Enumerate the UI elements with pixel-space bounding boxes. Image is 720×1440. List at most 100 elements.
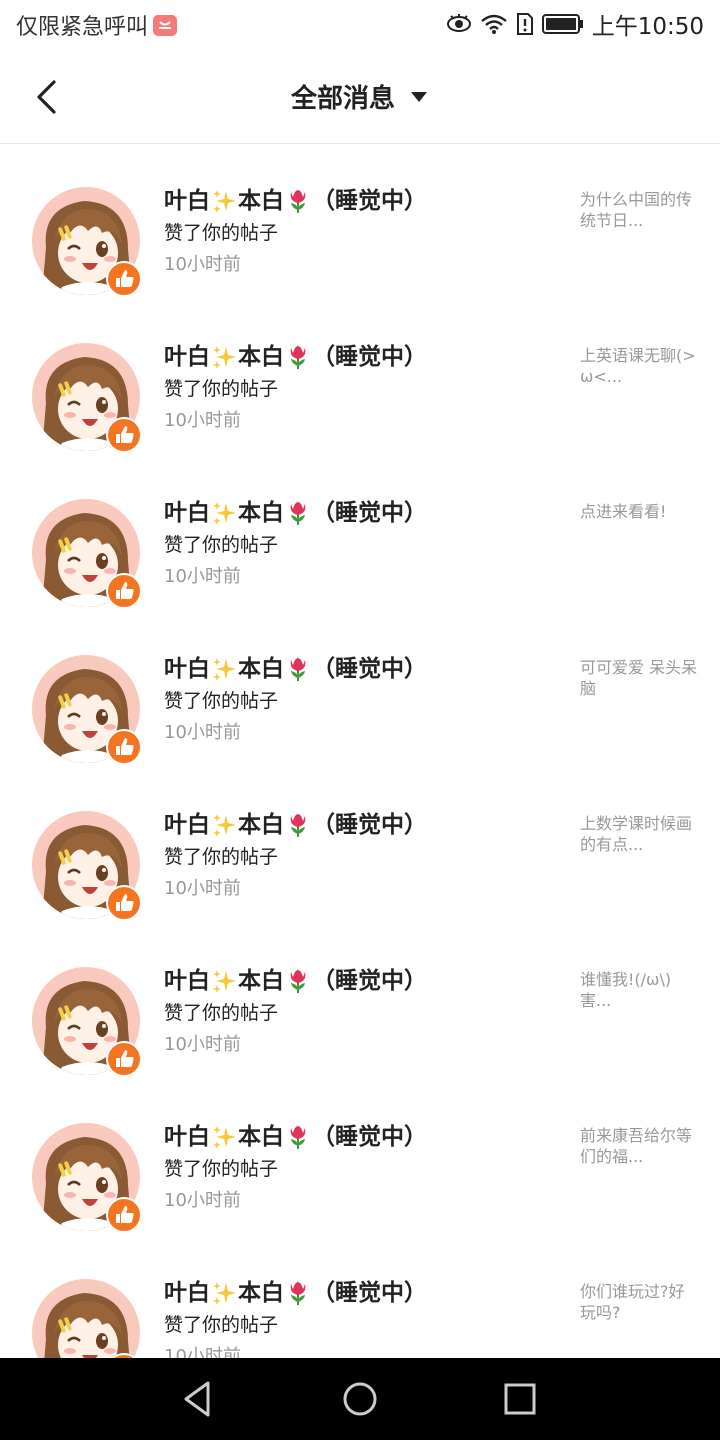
avatar-container[interactable] (32, 499, 142, 609)
sparkles-icon (213, 1126, 236, 1149)
user-name[interactable]: 叶白 本白 （睡觉中） (164, 342, 564, 372)
user-name-part1: 叶白 (164, 188, 210, 214)
avatar-container[interactable] (32, 1279, 140, 1358)
user-name-part1: 叶白 (164, 1124, 210, 1150)
user-name-part2: 本白 (238, 968, 284, 994)
user-name-part1: 叶白 (164, 1280, 210, 1306)
thumbs-up-icon (106, 1041, 142, 1077)
user-name-part1: 叶白 (164, 968, 210, 994)
tulip-icon (290, 502, 306, 525)
user-name[interactable]: 叶白 本白 （睡觉中） (164, 1278, 564, 1308)
clock-text: 上午10:50 (591, 14, 704, 40)
timestamp: 10小时前 (164, 1346, 241, 1358)
timestamp: 10小时前 (164, 878, 241, 899)
sparkles-icon (213, 190, 236, 213)
user-name[interactable]: 叶白 本白 （睡觉中） (164, 810, 564, 840)
user-name[interactable]: 叶白 本白 （睡觉中） (164, 966, 564, 996)
header: 全部消息 (0, 50, 720, 144)
timestamp: 10小时前 (164, 254, 241, 275)
square-recents-icon[interactable] (499, 1378, 541, 1420)
sparkles-icon (213, 346, 236, 369)
avatar-container[interactable] (32, 811, 142, 921)
message-item[interactable]: 叶白 本白 （睡觉中） 赞了你的帖子 10小时前 上英语课无聊(>ω<... (0, 300, 720, 456)
user-name-part3: （睡觉中） (312, 1124, 427, 1150)
thumbs-up-icon (106, 729, 142, 765)
avatar-container[interactable] (32, 343, 142, 453)
user-name[interactable]: 叶白 本白 （睡觉中） (164, 1122, 564, 1152)
avatar-container[interactable] (32, 967, 142, 1077)
thumbs-up-icon (106, 573, 142, 609)
sparkles-icon (213, 658, 236, 681)
thumbs-up-icon (106, 261, 142, 297)
eye-icon (446, 14, 471, 32)
timestamp: 10小时前 (164, 722, 241, 743)
action-text: 赞了你的帖子 (164, 690, 279, 712)
triangle-back-icon[interactable] (178, 1378, 220, 1420)
title-dropdown[interactable]: 全部消息 (0, 50, 720, 143)
post-snippet[interactable]: 谁懂我!(/ω\)害... (580, 969, 698, 1011)
post-snippet[interactable]: 上数学课时候画的有点... (580, 813, 698, 855)
post-snippet[interactable]: 可可爱爱 呆头呆脑 (580, 657, 698, 699)
caret-down-icon (411, 91, 427, 102)
timestamp: 10小时前 (164, 410, 241, 431)
user-name-part2: 本白 (238, 1280, 284, 1306)
user-name-part3: （睡觉中） (312, 968, 427, 994)
user-name-part2: 本白 (238, 1124, 284, 1150)
post-snippet[interactable]: 前来康吾给尔等们的福... (580, 1125, 698, 1167)
user-name-part1: 叶白 (164, 656, 210, 682)
sim-alert-icon (516, 13, 533, 35)
message-item[interactable]: 叶白 本白 （睡觉中） 赞了你的帖子 10小时前 你们谁玩过?好玩吗? (0, 1236, 720, 1358)
thumbs-up-icon (106, 1197, 142, 1233)
action-text: 赞了你的帖子 (164, 534, 279, 556)
wifi-icon (480, 14, 507, 34)
tulip-icon (290, 970, 306, 993)
tulip-icon (290, 346, 306, 369)
user-name[interactable]: 叶白 本白 （睡觉中） (164, 498, 564, 528)
message-item[interactable]: 叶白 本白 （睡觉中） 赞了你的帖子 10小时前 谁懂我!(/ω\)害... (0, 924, 720, 1080)
message-item[interactable]: 叶白 本白 （睡觉中） 赞了你的帖子 10小时前 可可爱爱 呆头呆脑 (0, 612, 720, 768)
tulip-icon (290, 814, 306, 837)
user-name-part3: （睡觉中） (312, 344, 427, 370)
avatar-container[interactable] (32, 187, 142, 297)
message-text: 叶白 本白 （睡觉中） 赞了你的帖子 10小时前 (164, 654, 564, 748)
sparkles-icon (213, 970, 236, 993)
post-snippet[interactable]: 点进来看看! (580, 501, 698, 522)
message-list[interactable]: 叶白 本白 （睡觉中） 赞了你的帖子 10小时前 为什么中国的传统节日... 叶… (0, 144, 720, 1358)
screen: 仅限紧急呼叫 上午10:50 全部消息 叶白 本白 （睡觉中） 赞了你的帖子 1… (0, 0, 720, 1440)
message-item[interactable]: 叶白 本白 （睡觉中） 赞了你的帖子 10小时前 前来康吾给尔等们的福... (0, 1080, 720, 1236)
user-name-part1: 叶白 (164, 812, 210, 838)
message-text: 叶白 本白 （睡觉中） 赞了你的帖子 10小时前 (164, 1278, 564, 1358)
user-name-part2: 本白 (238, 344, 284, 370)
sparkles-icon (213, 814, 236, 837)
post-snippet[interactable]: 上英语课无聊(>ω<... (580, 345, 698, 387)
avatar[interactable] (32, 1279, 140, 1358)
circle-home-icon[interactable] (339, 1378, 381, 1420)
message-item[interactable]: 叶白 本白 （睡觉中） 赞了你的帖子 10小时前 上数学课时候画的有点... (0, 768, 720, 924)
user-name-part2: 本白 (238, 812, 284, 838)
post-snippet[interactable]: 为什么中国的传统节日... (580, 189, 698, 231)
message-text: 叶白 本白 （睡觉中） 赞了你的帖子 10小时前 (164, 498, 564, 592)
page-title: 全部消息 (290, 84, 395, 114)
timestamp: 10小时前 (164, 1190, 241, 1211)
user-name[interactable]: 叶白 本白 （睡觉中） (164, 654, 564, 684)
tulip-icon (290, 1126, 306, 1149)
action-text: 赞了你的帖子 (164, 222, 279, 244)
status-right: 上午10:50 (446, 7, 704, 41)
avatar-container[interactable] (32, 655, 142, 765)
user-name-part3: （睡觉中） (312, 812, 427, 838)
message-item[interactable]: 叶白 本白 （睡觉中） 赞了你的帖子 10小时前 为什么中国的传统节日... (0, 144, 720, 300)
message-item[interactable]: 叶白 本白 （睡觉中） 赞了你的帖子 10小时前 点进来看看! (0, 456, 720, 612)
action-text: 赞了你的帖子 (164, 1158, 279, 1180)
navigation-bar (0, 1358, 720, 1440)
status-bar: 仅限紧急呼叫 上午10:50 (0, 0, 720, 50)
user-name-part3: （睡觉中） (312, 500, 427, 526)
action-text: 赞了你的帖子 (164, 1002, 279, 1024)
user-name-part2: 本白 (238, 500, 284, 526)
user-name-part2: 本白 (238, 656, 284, 682)
avatar-container[interactable] (32, 1123, 142, 1233)
user-name-part1: 叶白 (164, 344, 210, 370)
post-snippet[interactable]: 你们谁玩过?好玩吗? (580, 1281, 698, 1323)
user-name[interactable]: 叶白 本白 （睡觉中） (164, 186, 564, 216)
sparkles-icon (213, 1282, 236, 1305)
tulip-icon (290, 658, 306, 681)
